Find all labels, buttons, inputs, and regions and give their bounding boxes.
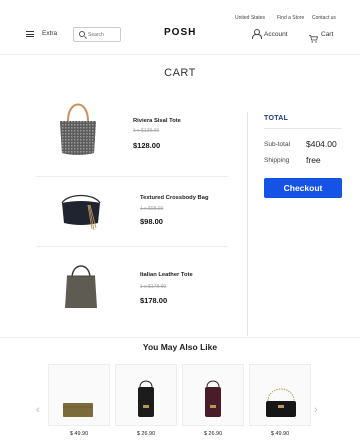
cart-link[interactable]: Cart	[321, 31, 333, 38]
checkout-button[interactable]: Checkout	[264, 178, 342, 198]
recommended-product[interactable]	[249, 364, 311, 426]
chevron-left-icon[interactable]: ‹	[36, 404, 40, 416]
item-name[interactable]: Italian Leather Tote	[140, 272, 193, 278]
product-image-leather-tote[interactable]	[62, 258, 100, 310]
cart-item: Riviera Sisal Tote 1 x $128.00 $128.00	[36, 95, 228, 161]
product-image-crossbody-bag[interactable]	[58, 189, 104, 231]
product-image-wallet	[63, 403, 93, 417]
subtotal-label: Sub-total	[264, 141, 291, 148]
recommended-product[interactable]	[115, 364, 177, 426]
site-header: United States Find a Store Contact us Ex…	[0, 0, 360, 55]
account-icon[interactable]	[252, 29, 262, 39]
product-image-sisal-tote[interactable]	[56, 97, 100, 157]
recommended-price: $ 26.90	[136, 431, 156, 437]
cart-item: Textured Crossbody Bag 1 x $98.00 $98.00	[36, 176, 228, 247]
item-quantity: 1 x $128.00	[133, 128, 160, 134]
search-box[interactable]	[73, 27, 121, 42]
chevron-right-icon[interactable]: ›	[314, 404, 318, 416]
hamburger-menu-icon[interactable]	[26, 31, 34, 37]
cart-icon[interactable]	[309, 30, 319, 43]
item-quantity: 1 x $178.00	[140, 284, 167, 290]
account-link[interactable]: Account	[264, 31, 288, 38]
item-price: $178.00	[140, 296, 168, 305]
recommended-price: $ 26.90	[203, 431, 223, 437]
util-link-contact[interactable]: Contact us	[312, 15, 336, 21]
recommendations-title: You May Also Like	[142, 342, 218, 352]
item-name[interactable]: Riviera Sisal Tote	[133, 118, 181, 124]
recommended-price: $ 49.90	[270, 431, 290, 437]
brand-logo[interactable]: POSH	[164, 27, 196, 38]
subtotal-value: $404.00	[306, 139, 337, 149]
item-name[interactable]: Textured Crossbody Bag	[140, 195, 209, 201]
cart-item: Italian Leather Tote 1 x $178.00 $178.00	[36, 258, 228, 324]
product-image-phone-crossbody-black	[138, 380, 154, 417]
column-divider	[247, 112, 248, 336]
page-title: CART	[164, 67, 196, 79]
recommended-price: $ 49.90	[69, 431, 89, 437]
search-icon	[79, 31, 85, 37]
item-price: $128.00	[133, 141, 161, 150]
section-divider	[0, 337, 360, 338]
recommended-product[interactable]	[182, 364, 244, 426]
summary-divider	[264, 128, 342, 129]
item-quantity: 1 x $98.00	[140, 206, 164, 212]
recommended-product[interactable]	[48, 364, 110, 426]
product-image-chain-bag	[266, 388, 296, 417]
util-link-find-store[interactable]: Find a Store	[277, 15, 304, 21]
shipping-label: Shipping	[264, 157, 290, 164]
util-link-country[interactable]: United States	[235, 15, 265, 21]
extra-link[interactable]: Extra	[42, 30, 57, 37]
shipping-value: free	[306, 155, 321, 165]
search-input[interactable]	[88, 30, 118, 40]
item-price: $98.00	[140, 217, 163, 226]
product-image-phone-crossbody-burgundy	[205, 380, 221, 417]
summary-title: TOTAL	[264, 115, 289, 122]
